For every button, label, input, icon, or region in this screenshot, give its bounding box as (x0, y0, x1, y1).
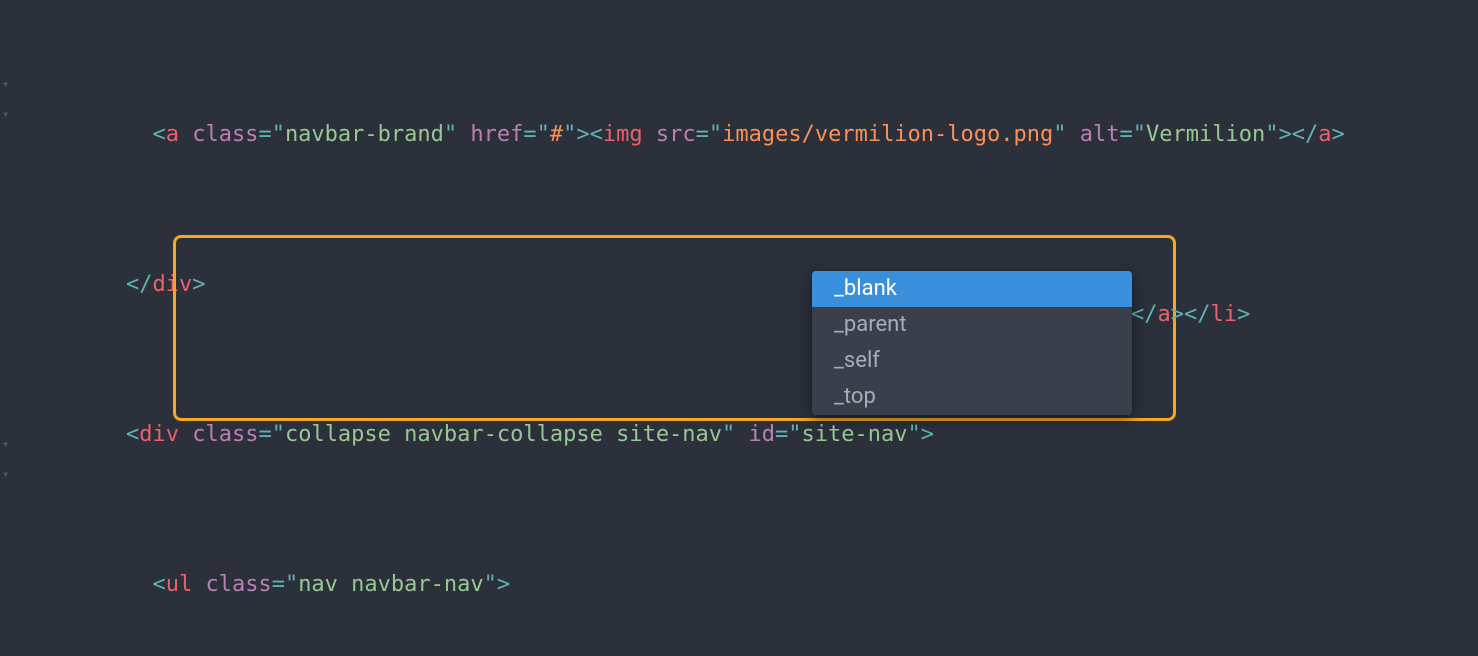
code-line[interactable]: <a class="navbar-brand" href="#"><img sr… (20, 120, 1345, 150)
autocomplete-item[interactable]: _parent (812, 307, 1132, 343)
autocomplete-popup[interactable]: _blank _parent _self _top (812, 271, 1132, 415)
fold-triangle-icon[interactable]: ▾ (2, 99, 14, 129)
autocomplete-item[interactable]: _top (812, 379, 1132, 415)
code-editor[interactable]: ▾ ▾ ▾ ▾ <a class="navbar-brand" href="#"… (0, 0, 1478, 656)
code-line[interactable]: <ul class="nav navbar-nav"> (20, 570, 1345, 600)
autocomplete-item[interactable]: _self (812, 343, 1132, 379)
code-fragment: </a></li> (1131, 300, 1250, 330)
code-line[interactable]: </div> (20, 270, 1345, 300)
autocomplete-item[interactable]: _blank (812, 271, 1132, 307)
fold-triangle-icon[interactable]: ▾ (2, 459, 14, 489)
code-line[interactable]: <div class="collapse navbar-collapse sit… (20, 420, 1345, 450)
fold-triangle-icon[interactable]: ▾ (2, 69, 14, 99)
fold-gutter: ▾ ▾ ▾ ▾ (0, 0, 20, 656)
fold-triangle-icon[interactable]: ▾ (2, 429, 14, 459)
